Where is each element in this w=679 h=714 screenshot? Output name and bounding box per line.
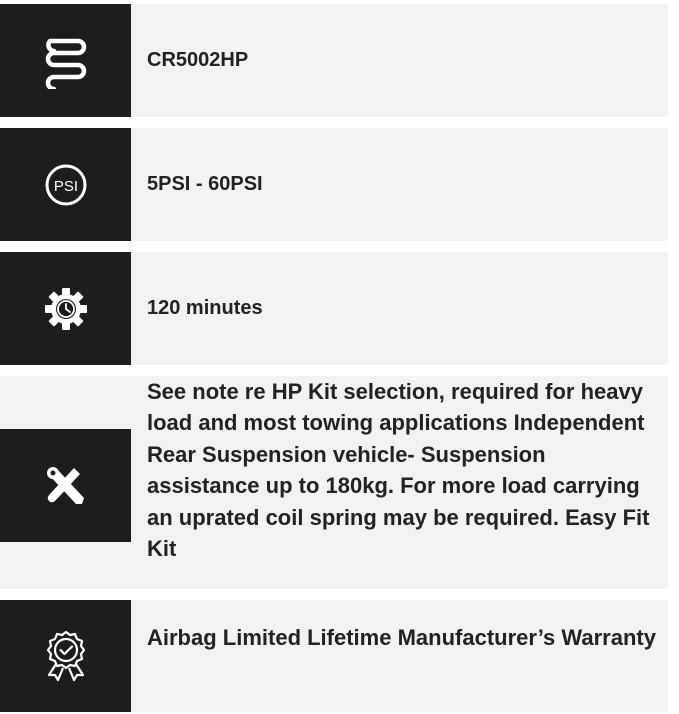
tools-icon [0,429,131,542]
feature-row-duration: 120 minutes [0,252,668,365]
psi-gauge-icon: PSI [0,128,131,241]
feature-row-warranty: Airbag Limited Lifetime Manufacturer’s W… [0,600,668,712]
feature-text-part-number: CR5002HP [147,49,249,71]
feature-row-part-number: CR5002HP [0,4,668,117]
feature-row-pressure: PSI 5PSI - 60PSI [0,128,668,241]
feature-text-pressure: 5PSI - 60PSI [147,173,263,195]
feature-text-duration: 120 minutes [147,297,263,319]
coil-spring-icon [0,4,131,117]
feature-row-notes: See note re HP Kit selection, required f… [0,376,668,589]
warranty-badge-icon [0,600,131,712]
gear-clock-icon [0,252,131,365]
psi-icon-text: PSI [53,178,77,195]
feature-text-notes: See note re HP Kit selection, required f… [147,379,650,562]
feature-text-warranty: Airbag Limited Lifetime Manufacturer’s W… [147,625,656,650]
